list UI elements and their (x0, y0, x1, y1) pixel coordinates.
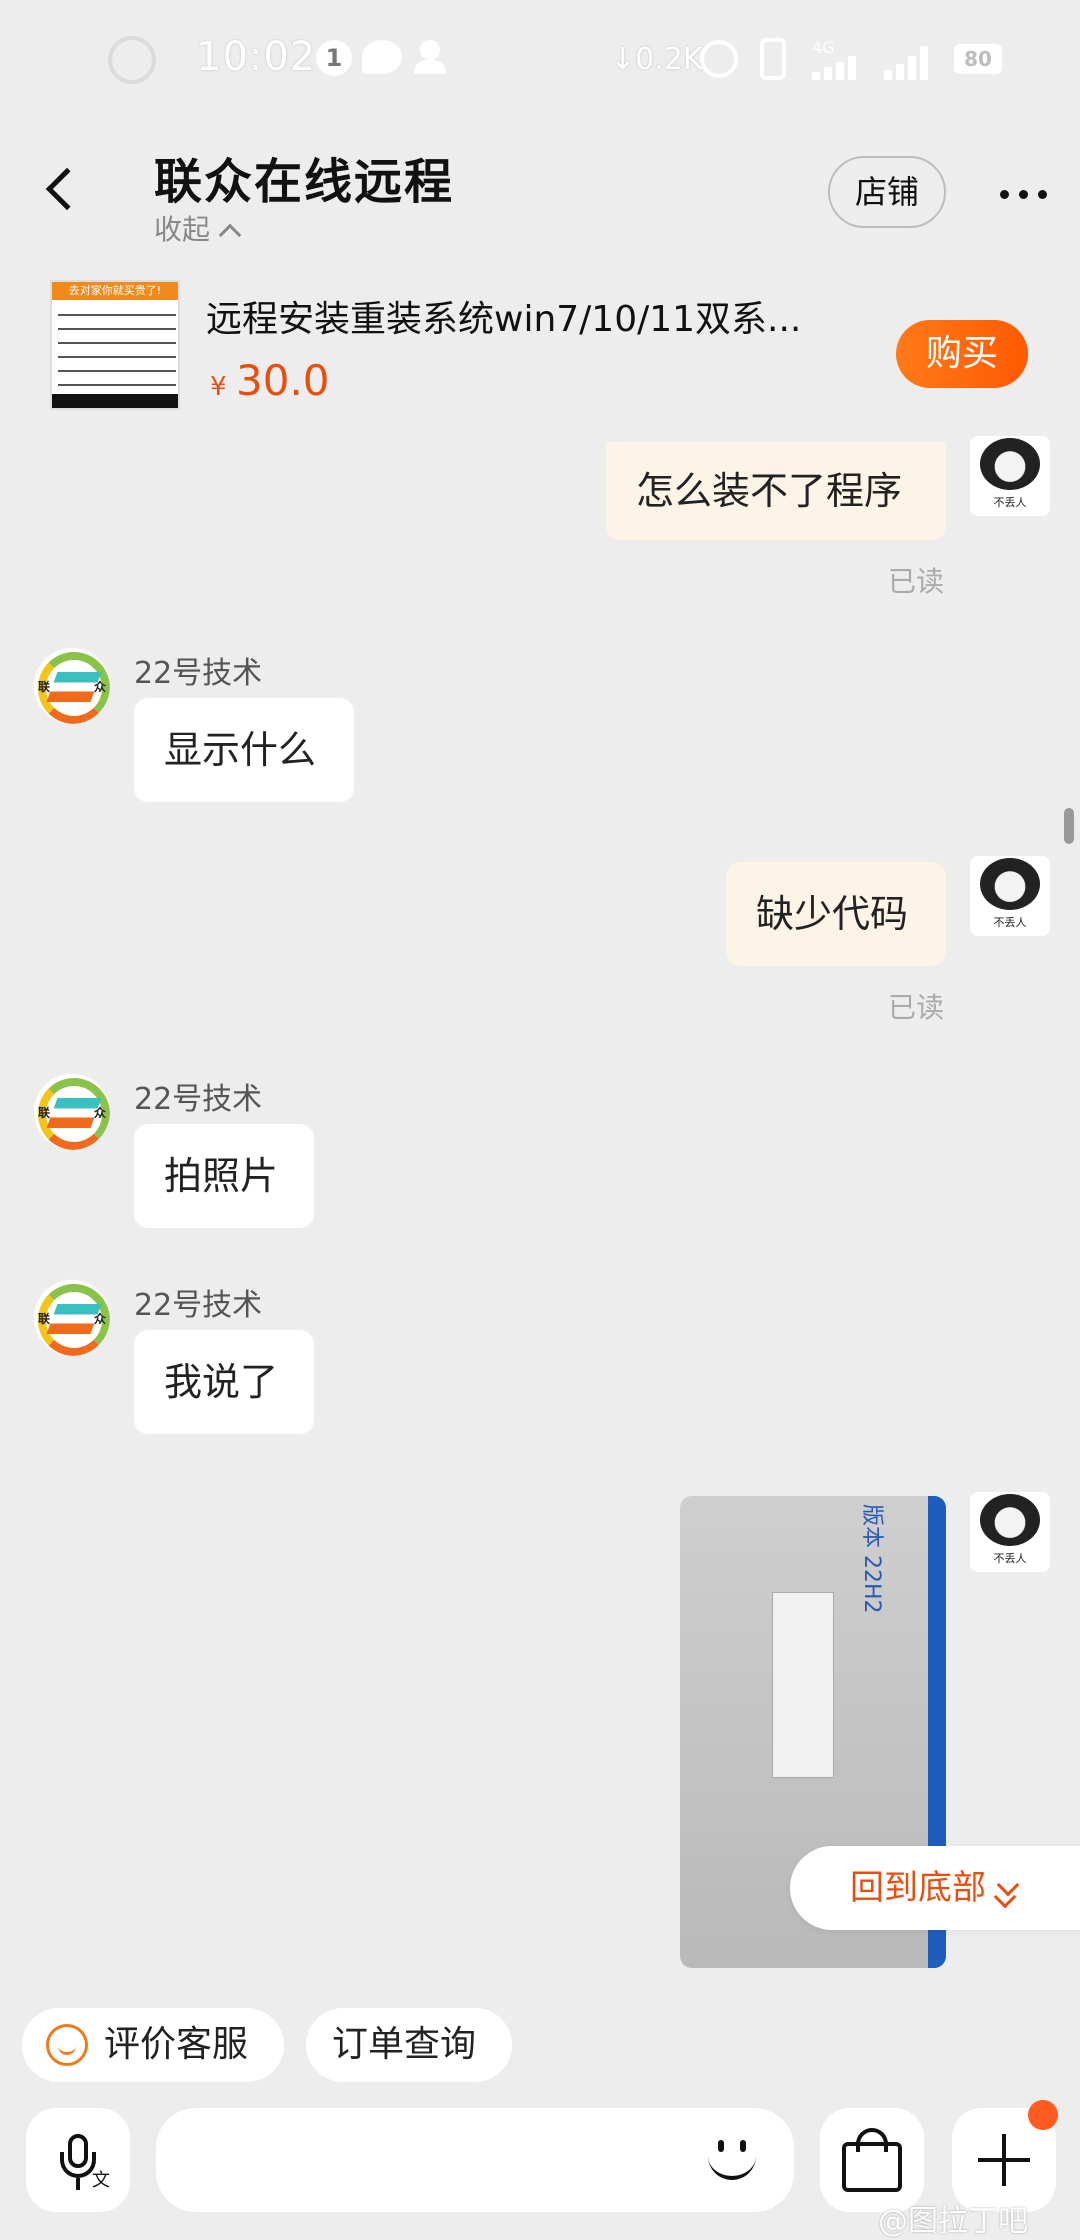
signal-icon (884, 44, 936, 80)
notification-dot (1028, 2100, 1058, 2130)
sender-name: 22号技术 (134, 656, 263, 691)
order-query-label: 订单查询 (332, 2024, 477, 2065)
my-avatar[interactable]: 不丢人 (970, 856, 1050, 936)
back-to-bottom-label: 回到底部 (850, 1868, 986, 1908)
back-to-bottom-button[interactable]: 回到底部 (790, 1846, 1080, 1930)
avatar-caption: 不丢人 (993, 916, 1027, 929)
read-status: 已读 (888, 565, 945, 598)
scrollbar[interactable] (1064, 808, 1074, 844)
message-icon (362, 40, 402, 74)
avatar-caption: 不丢人 (993, 496, 1027, 509)
message-bubble-outgoing[interactable]: 缺少代码 (726, 862, 946, 966)
error-dialog-in-photo (772, 1592, 834, 1778)
message-bubble-incoming[interactable]: 我说了 (134, 1330, 314, 1434)
store-button[interactable]: 店铺 (828, 156, 946, 228)
vibrate-icon (760, 38, 786, 80)
notification-count-badge: 1 (316, 40, 352, 76)
message-bubble-incoming[interactable]: 拍照片 (134, 1124, 314, 1228)
my-avatar[interactable]: 不丢人 (970, 436, 1050, 516)
shop-avatar[interactable]: 联众 (32, 646, 112, 726)
message-bubble-incoming[interactable]: 显示什么 (134, 698, 354, 802)
smile-icon (46, 2024, 88, 2066)
page-title: 联众在线远程 (154, 154, 455, 210)
chevron-up-icon (218, 223, 242, 247)
battery-icon: 80 (954, 44, 1002, 74)
shop-avatar[interactable]: 联众 (32, 1278, 112, 1358)
product-price: 30.0 (236, 356, 330, 405)
chevron-left-icon (45, 167, 89, 211)
collapse-label: 收起 (154, 213, 211, 246)
alarm-icon (700, 40, 738, 78)
my-avatar[interactable]: 不丢人 (970, 1492, 1050, 1572)
camera-dot-icon (108, 36, 156, 84)
avatar-caption: 不丢人 (993, 1552, 1027, 1565)
watermark: @图拉丁吧 (878, 2204, 1028, 2239)
message-bubble-outgoing[interactable]: 怎么装不了程序 (606, 442, 946, 540)
product-thumb-banner: 去对家你就买贵了! (52, 282, 178, 300)
price-currency: ¥ (210, 372, 227, 402)
product-name[interactable]: 远程安装重装系统win7/10/11双系... (206, 290, 846, 342)
rate-service-label: 评价客服 (104, 2024, 249, 2065)
back-button[interactable] (36, 160, 89, 220)
sender-name: 22号技术 (134, 1082, 263, 1117)
photo-text: 版本 22H2 (859, 1504, 884, 1614)
product-thumbnail[interactable]: 去对家你就买贵了! (50, 280, 180, 410)
voice-input-button[interactable]: 文 (26, 2108, 130, 2212)
sender-name: 22号技术 (134, 1288, 263, 1323)
more-icon[interactable] (994, 178, 1054, 208)
message-input[interactable] (156, 2108, 794, 2212)
status-bar: 10:02 1 ↓0.2K 4G 80 (0, 0, 1080, 120)
shop-avatar[interactable]: 联众 (32, 1072, 112, 1152)
network-speed: ↓0.2K (610, 42, 703, 77)
collapse-toggle[interactable]: 收起 (154, 208, 242, 248)
read-status: 已读 (888, 991, 945, 1024)
rate-service-button[interactable]: 评价客服 (22, 2008, 284, 2082)
buy-button[interactable]: 购买 (896, 320, 1028, 388)
user-icon (412, 40, 452, 76)
status-time: 10:02 (196, 34, 317, 80)
signal-icon (812, 56, 864, 80)
network-type: 4G (812, 38, 835, 57)
order-query-button[interactable]: 订单查询 (306, 2008, 512, 2082)
emoji-icon[interactable] (704, 2132, 760, 2188)
